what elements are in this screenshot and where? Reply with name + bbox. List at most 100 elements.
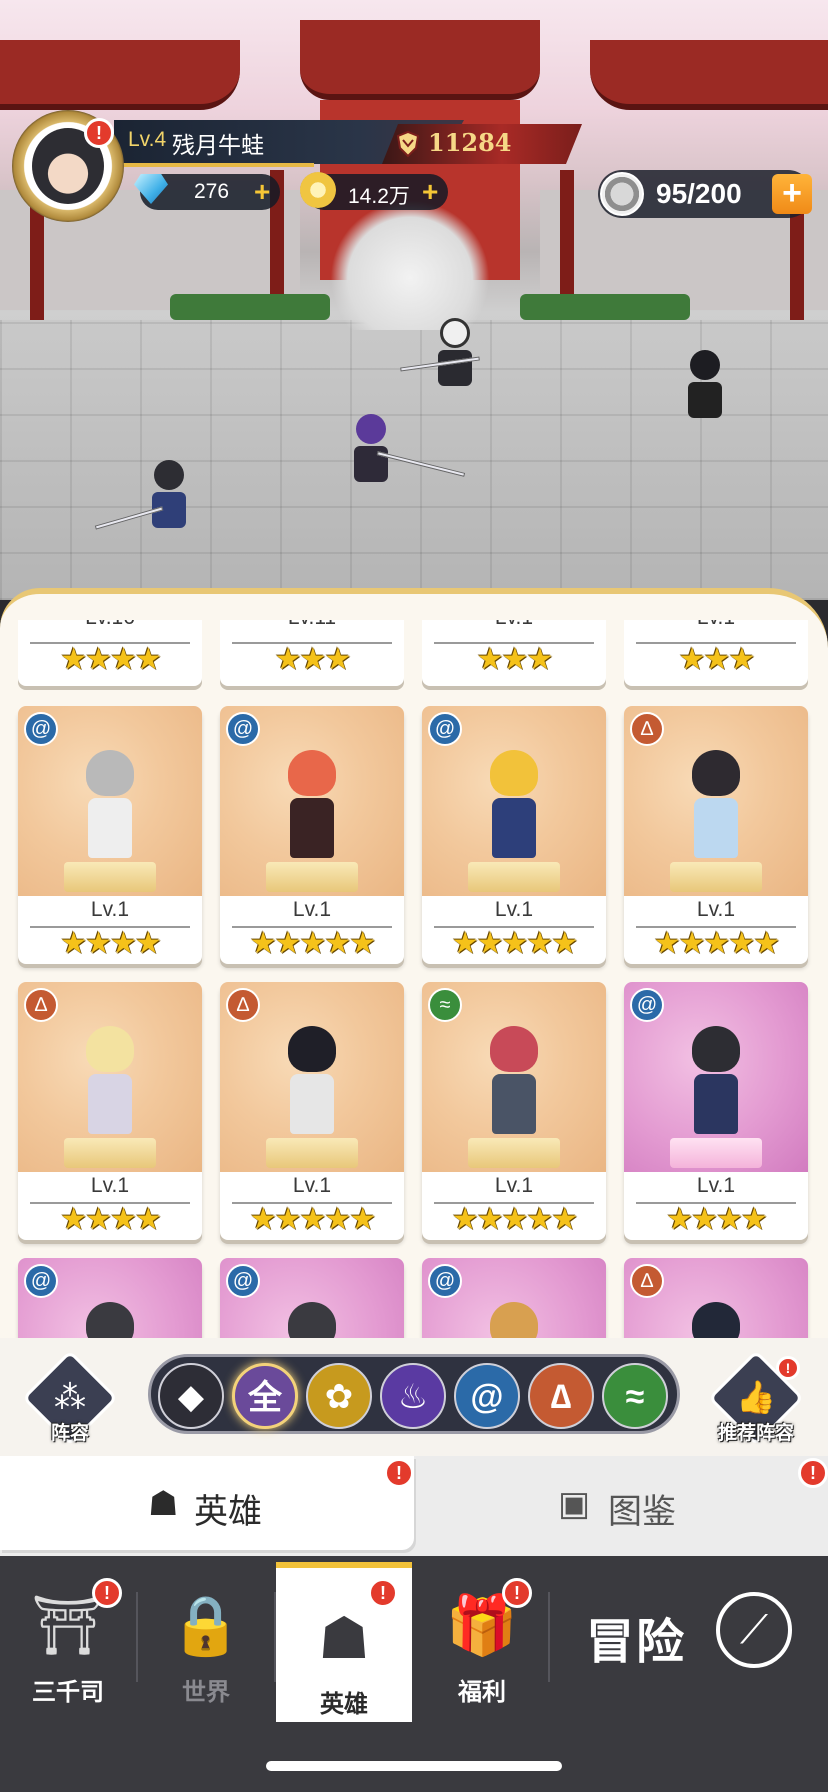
hero-level: Lv.1 — [292, 898, 332, 921]
hero-sprite — [484, 1302, 544, 1342]
hero-icon: ☗ — [318, 1606, 370, 1671]
star-rating: ★★★★★ — [451, 927, 578, 960]
all-filter-button[interactable]: 全 — [232, 1363, 298, 1429]
hero-pedestal — [266, 1138, 358, 1168]
hero-sprite — [282, 1302, 342, 1342]
hero-card[interactable]: @ Lv.1 ★★★★ — [18, 706, 202, 964]
hero-card[interactable]: @ Lv.1 ★★★★ — [624, 982, 808, 1240]
hero-card-partial[interactable]: Lv.11 ★★★ — [220, 620, 404, 686]
hero-level: Lv.1 — [90, 1174, 130, 1197]
hero-sprite — [686, 1026, 746, 1138]
home-indicator — [266, 1761, 562, 1771]
hero-sprite — [686, 1302, 746, 1342]
water-filter-button[interactable]: @ — [454, 1363, 520, 1429]
character-player-swordsman — [94, 460, 194, 530]
star-rating: ★★★★★ — [653, 927, 780, 960]
fox-statue — [330, 200, 490, 330]
water-element-icon: @ — [630, 988, 664, 1022]
star-rating: ★★★ — [476, 643, 554, 676]
element-filter-bar: ⁂ 阵容 ◆ 全 ✿ ♨ @ ∆ ≈ 👍 推荐阵容 ! — [0, 1338, 828, 1466]
hero-level: Lv.1 — [696, 898, 736, 921]
water-element-icon: @ — [226, 1264, 260, 1298]
hero-level: Lv.1 — [494, 1174, 534, 1197]
hero-sprite — [484, 1026, 544, 1138]
hero-card[interactable]: @ — [18, 1258, 202, 1342]
player-name: 残月牛蛙 — [172, 132, 264, 158]
temple-roof-left — [0, 40, 240, 110]
nav-heroes-label: 英雄 — [320, 1691, 368, 1718]
add-stamina-button[interactable]: + — [772, 174, 812, 214]
combat-power-value: 11284 — [428, 128, 512, 157]
gems-value: 276 — [194, 180, 230, 203]
hero-card[interactable]: ∆ — [624, 1258, 808, 1342]
nav-welfare[interactable]: 🎁 福利 — [414, 1556, 550, 1716]
nav-welfare-alert-badge: ! — [502, 1578, 532, 1608]
add-gems-button[interactable]: + — [254, 178, 270, 206]
star-rating: ★★★★★ — [249, 927, 376, 960]
codex-book-icon: ▣ — [558, 1485, 591, 1523]
hero-silhouette-icon: ☗ — [148, 1485, 179, 1523]
temple-roof-center — [300, 20, 540, 100]
hero-pedestal — [266, 862, 358, 892]
nav-world[interactable]: 🔒 世界 — [138, 1556, 274, 1716]
combat-power-icon — [396, 130, 420, 158]
nav-sanqiansi-label: 三千司 — [32, 1679, 104, 1706]
compass-icon: ⟋ — [716, 1592, 792, 1668]
life-dna-filter-button[interactable]: ≈ — [602, 1363, 668, 1429]
life-element-icon: ≈ — [428, 988, 462, 1022]
player-level: Lv.4 — [128, 128, 167, 151]
hero-card-partial[interactable]: Lv.16 ★★★★ — [18, 620, 202, 686]
hero-level: Lv.1 — [90, 898, 130, 921]
star-rating: ★★★ — [274, 643, 352, 676]
hero-card[interactable]: ∆ Lv.1 ★★★★★ — [624, 706, 808, 964]
star-rating: ★★★★ — [60, 927, 162, 960]
recommend-alert-badge: ! — [776, 1356, 800, 1380]
hero-card-partial[interactable]: Lv.1 ★★★ — [422, 620, 606, 686]
hero-grid[interactable]: Lv.16 ★★★★ Lv.11 ★★★ Lv.1 ★★★ Lv.1 ★★★ @ Lv.1 ★★★★… — [0, 620, 828, 1342]
star-rating: ★★★★ — [60, 643, 162, 676]
hero-level: Lv.1 — [624, 620, 808, 630]
tab-codex-label: 图鉴 — [608, 1493, 676, 1531]
stamina-value: 95/200 — [656, 178, 742, 209]
character-purple-swordswoman — [346, 414, 466, 482]
hedge-right — [520, 294, 690, 320]
hero-card[interactable]: ≈ Lv.1 ★★★★★ — [422, 982, 606, 1240]
fire-element-icon: ∆ — [630, 1264, 664, 1298]
hero-card[interactable]: @ — [220, 1258, 404, 1342]
shadow-flame-filter-button[interactable]: ♨ — [380, 1363, 446, 1429]
bottom-nav: ⛩ 三千司 ! 🔒 世界 ☗ 英雄 ! 🎁 福利 ! 冒险 ⟋ — [0, 1556, 828, 1792]
tab-heroes-alert-badge: ! — [384, 1458, 414, 1488]
hero-level: Lv.16 — [18, 620, 202, 630]
hero-card[interactable]: @ Lv.1 ★★★★★ — [220, 706, 404, 964]
hero-level: Lv.1 — [292, 1174, 332, 1197]
hero-card[interactable]: ∆ Lv.1 ★★★★★ — [220, 982, 404, 1240]
hero-level: Lv.1 — [494, 898, 534, 921]
hero-sprite — [80, 1302, 140, 1342]
gold-coin-icon — [300, 172, 336, 208]
hero-card[interactable]: @ — [422, 1258, 606, 1342]
character-nun — [680, 350, 730, 418]
gift-box-icon: 🎁 — [445, 1593, 519, 1658]
tab-heroes-label: 英雄 — [194, 1493, 262, 1531]
nav-adventure-label: 冒险 — [586, 1616, 687, 1669]
hero-level: Lv.11 — [220, 620, 404, 630]
hero-pedestal — [670, 862, 762, 892]
hero-pedestal — [468, 1138, 560, 1168]
thumbs-up-icon: 👍 — [736, 1379, 776, 1415]
hero-card[interactable]: @ Lv.1 ★★★★★ — [422, 706, 606, 964]
tab-codex-alert-badge: ! — [798, 1458, 828, 1488]
add-gold-button[interactable]: + — [422, 178, 438, 206]
hero-card[interactable]: ∆ Lv.1 ★★★★ — [18, 982, 202, 1240]
hero-sprite — [282, 1026, 342, 1138]
hero-pedestal — [468, 862, 560, 892]
hero-card-partial[interactable]: Lv.1 ★★★ — [624, 620, 808, 686]
fire-meditate-filter-button[interactable]: ∆ — [528, 1363, 594, 1429]
temple-roof-right — [590, 40, 828, 110]
star-rating: ★★★★★ — [249, 1203, 376, 1236]
lineup-label: 阵容 — [50, 1423, 89, 1444]
stamina-icon — [600, 172, 644, 216]
hero-sprite — [80, 750, 140, 862]
type-filter-button[interactable]: ◆ — [158, 1363, 224, 1429]
character-masked-swordsman — [400, 318, 480, 386]
lotus-filter-button[interactable]: ✿ — [306, 1363, 372, 1429]
